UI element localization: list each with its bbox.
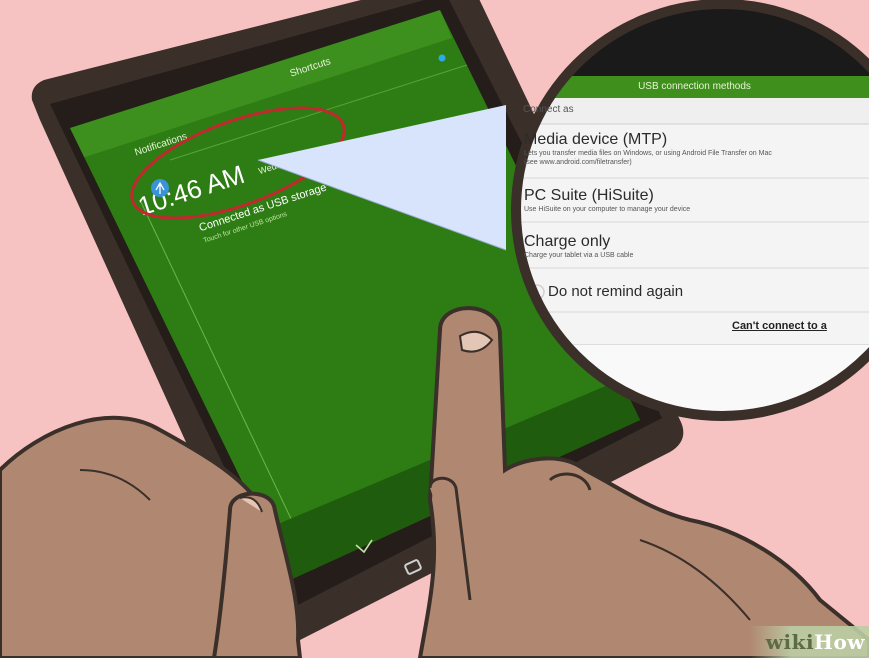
option-charge-only-title: Charge only — [524, 233, 611, 250]
option-pc-suite-title: PC Suite (HiSuite) — [524, 187, 654, 204]
section-connect-as: Connect as — [523, 104, 574, 115]
do-not-remind-checkbox-label[interactable]: Do not remind again — [548, 283, 683, 300]
wikihow-watermark: wikiHow — [749, 626, 869, 658]
option-mtp-desc: Lets you transfer media files on Windows… — [524, 150, 772, 157]
watermark-how: How — [814, 630, 865, 654]
option-mtp-desc-2: (see www.android.com/filetransfer) — [524, 159, 632, 166]
usb-dialog-header: USB connection methods — [638, 81, 751, 92]
option-mtp-title: Media device (MTP) — [524, 131, 668, 148]
option-pc-suite-desc: Use HiSuite on your computer to manage y… — [524, 206, 691, 213]
option-pc-suite[interactable]: PC Suite (HiSuite) Use HiSuite on your c… — [524, 187, 690, 214]
option-charge-only[interactable]: Charge only Charge your tablet via a USB… — [524, 233, 633, 260]
option-mtp[interactable]: Media device (MTP) Lets you transfer med… — [524, 131, 772, 167]
watermark-wiki: wiki — [765, 630, 815, 654]
option-charge-only-desc: Charge your tablet via a USB cable — [524, 252, 634, 259]
cant-connect-link[interactable]: Can't connect to a — [732, 320, 827, 332]
